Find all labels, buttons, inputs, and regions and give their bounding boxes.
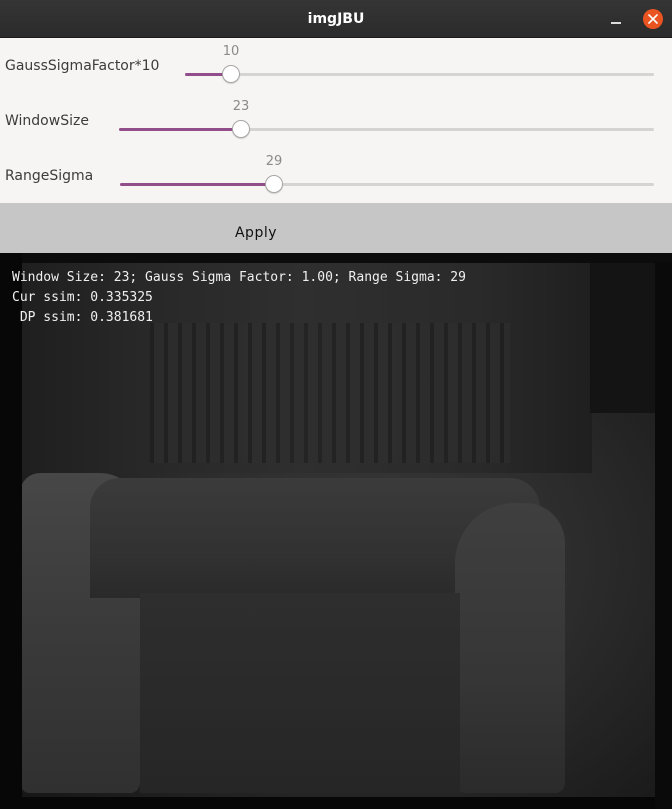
slider-value-window-size: 23 [232, 99, 250, 114]
image-floor [140, 593, 460, 793]
slider-handle-range-sigma[interactable] [265, 175, 283, 193]
overlay-dp-ssim-text: DP ssim: 0.381681 [12, 310, 153, 325]
close-button[interactable] [643, 9, 663, 29]
slider-track-gauss-sigma-factor[interactable] [185, 65, 654, 83]
slider-row-window-size: WindowSize 23 [0, 93, 672, 148]
close-icon [648, 14, 658, 24]
slider-row-gauss-sigma-factor: GaussSigmaFactor*10 10 [0, 38, 672, 93]
image-curtain [150, 323, 510, 463]
slider-handle-gauss-sigma-factor[interactable] [222, 65, 240, 83]
slider-track-window-size[interactable] [119, 120, 654, 138]
controls-panel: GaussSigmaFactor*10 10 WindowSize 23 Ran… [0, 38, 672, 203]
image-left-border [0, 253, 22, 809]
apply-bar: Apply [0, 203, 672, 253]
slider-value-range-sigma: 29 [265, 154, 283, 169]
title-bar[interactable]: imgJBU [0, 0, 672, 38]
result-image: Window Size: 23; Gauss Sigma Factor: 1.0… [0, 253, 672, 809]
slider-label-window-size: WindowSize [5, 113, 89, 129]
minimize-icon [611, 22, 621, 24]
slider-label-gauss-sigma-factor: GaussSigmaFactor*10 [5, 58, 160, 74]
slider-value-gauss-sigma-factor: 10 [222, 44, 240, 59]
slider-handle-window-size[interactable] [232, 120, 250, 138]
image-right-border [655, 263, 672, 809]
overlay-cur-ssim-text: Cur ssim: 0.335325 [12, 290, 153, 305]
image-bottom-border [0, 797, 672, 809]
overlay-params-text: Window Size: 23; Gauss Sigma Factor: 1.0… [12, 270, 466, 285]
window-title: imgJBU [307, 11, 365, 27]
minimize-button[interactable] [606, 8, 628, 30]
image-right-figure [455, 503, 565, 793]
app-window: imgJBU GaussSigmaFactor*10 10 WindowSize… [0, 0, 672, 809]
slider-row-range-sigma: RangeSigma 29 [0, 148, 672, 203]
slider-fill-range-sigma [120, 183, 274, 186]
slider-label-range-sigma: RangeSigma [5, 168, 94, 184]
apply-button[interactable]: Apply [0, 203, 512, 253]
slider-fill-window-size [119, 128, 241, 131]
slider-track-range-sigma[interactable] [120, 175, 654, 193]
